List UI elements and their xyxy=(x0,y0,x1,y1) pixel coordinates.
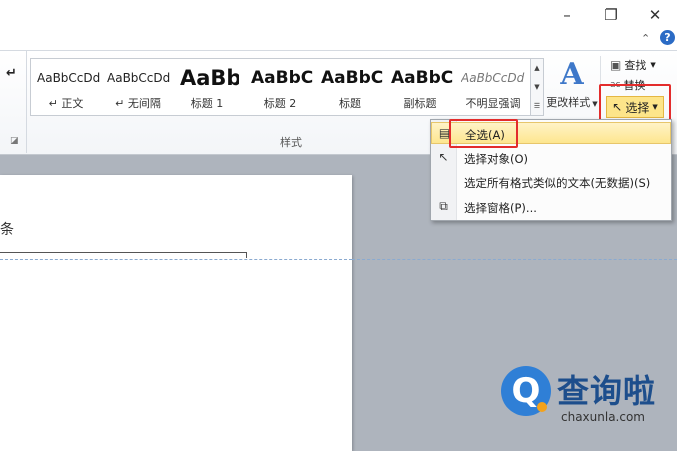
find-label: 查找 xyxy=(624,59,647,72)
style-sample: AaBbC xyxy=(391,68,454,88)
paragraph-mark-glyph: ↵ xyxy=(6,66,17,81)
change-styles-icon: A xyxy=(560,57,584,92)
chevron-down-icon: ▼ xyxy=(592,100,598,108)
style-name: ↵ 无间隔 xyxy=(115,97,161,110)
style-subtle-emphasis[interactable]: AaBbCcDd 不明显强调 xyxy=(455,59,531,115)
style-sample: AaBbCcDd xyxy=(107,71,171,85)
chevron-up-icon[interactable]: ⌃ xyxy=(641,32,650,45)
document-text-fragment: 条 xyxy=(0,222,14,238)
document-page[interactable]: 条 xyxy=(0,175,352,451)
scroll-up-icon[interactable]: ▲ xyxy=(534,64,539,72)
styles-group-label: 样式 xyxy=(280,136,302,149)
style-normal[interactable]: AaBbCcDd ↵ 正文 xyxy=(31,59,101,115)
menu-item-selection-pane[interactable]: ⧉ 选择窗格(P)... xyxy=(431,196,671,218)
menu-item-label: 选择窗格(P)... xyxy=(464,201,537,215)
cursor-icon: ↖ xyxy=(438,150,449,164)
style-sample: AaBbC xyxy=(321,68,384,88)
minimize-icon[interactable]: – xyxy=(548,2,586,28)
find-button[interactable]: ▣ 查找 ▼ xyxy=(610,56,656,74)
restore-icon[interactable]: ❐ xyxy=(592,2,630,28)
style-sample: AaBbC xyxy=(251,68,314,88)
style-heading-1[interactable]: AaBb 标题 1 xyxy=(175,59,239,115)
watermark-url: chaxunla.com xyxy=(561,410,645,424)
dialog-launcher-icon[interactable]: ◪ xyxy=(10,136,19,146)
highlight-box-select-all xyxy=(449,119,518,148)
style-no-spacing[interactable]: AaBbCcDd ↵ 无间隔 xyxy=(103,59,173,115)
style-sample: AaBb xyxy=(180,66,239,90)
close-icon[interactable]: ✕ xyxy=(636,2,674,28)
style-sample: AaBbCcDd xyxy=(461,71,525,85)
title-bar: – ❐ ✕ xyxy=(0,0,677,30)
page-margin-guide xyxy=(0,259,352,260)
menu-item-select-similar[interactable]: 选定所有格式类似的文本(无数据)(S) xyxy=(431,171,671,193)
style-name: 副标题 xyxy=(403,97,437,110)
watermark-title: 查询啦 xyxy=(557,372,657,410)
gallery-scrollbar[interactable]: ▲ ▼ ☰ xyxy=(530,58,544,116)
style-sample: AaBbCcDd xyxy=(37,71,101,85)
style-name: ↵ 正文 xyxy=(48,97,84,110)
ribbon-tab-strip: ⌃ ? xyxy=(0,30,677,50)
style-name: 不明显强调 xyxy=(465,97,521,110)
gallery-more-icon[interactable]: ☰ xyxy=(534,102,540,110)
change-styles-label: 更改样式 ▼ xyxy=(546,96,598,109)
change-styles-button[interactable]: A 更改样式 ▼ xyxy=(546,58,598,118)
document-underline xyxy=(0,252,246,253)
styles-gallery[interactable]: AaBbCcDd ↵ 正文 AaBbCcDd ↵ 无间隔 AaBb 标题 1 A… xyxy=(30,58,532,116)
watermark-icon: Q xyxy=(501,366,551,416)
page-margin-guide-ext xyxy=(352,259,677,260)
document-underline-end xyxy=(246,252,247,258)
style-name: 标题 xyxy=(339,97,361,110)
menu-item-select-objects[interactable]: ↖ 选择对象(O) xyxy=(431,147,671,169)
style-name: 标题 2 xyxy=(263,97,297,110)
menu-item-label: 选定所有格式类似的文本(无数据)(S) xyxy=(464,176,651,190)
binoculars-icon: ▣ xyxy=(610,58,622,72)
style-heading-2[interactable]: AaBbC 标题 2 xyxy=(245,59,315,115)
selection-pane-icon: ⧉ xyxy=(439,199,448,213)
style-title[interactable]: AaBbC 标题 xyxy=(315,59,385,115)
help-icon[interactable]: ? xyxy=(660,30,675,45)
style-name: 标题 1 xyxy=(190,97,224,110)
chevron-down-icon: ▼ xyxy=(650,61,656,69)
scroll-down-icon[interactable]: ▼ xyxy=(534,83,539,91)
style-subtitle[interactable]: AaBbC 副标题 xyxy=(385,59,455,115)
menu-item-label: 选择对象(O) xyxy=(464,152,529,166)
watermark-logo: Q 查询啦 chaxunla.com xyxy=(497,362,667,432)
